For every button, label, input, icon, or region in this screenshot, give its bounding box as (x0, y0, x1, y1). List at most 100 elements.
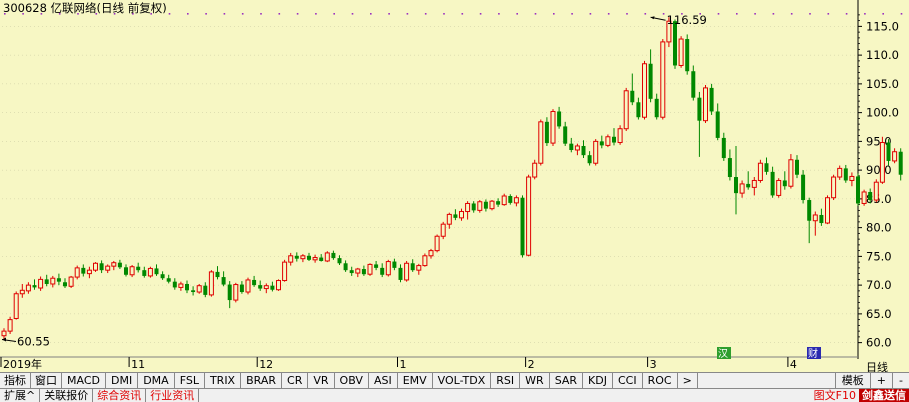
candle-body (593, 140, 599, 164)
candle (221, 271, 226, 287)
candle (691, 65, 696, 101)
candle (245, 277, 251, 295)
candle (538, 119, 544, 166)
tab-dma[interactable]: DMA (138, 373, 175, 388)
tab-indicator[interactable]: 指标 (0, 373, 31, 388)
candle-body (129, 266, 135, 276)
candle (185, 280, 189, 294)
candle (837, 165, 843, 180)
f10-button[interactable]: 图文F10 (811, 389, 859, 402)
zoom-out-button[interactable]: - (892, 373, 909, 388)
tab-kdj[interactable]: KDJ (583, 373, 613, 388)
candle (434, 234, 440, 253)
tab-trix[interactable]: TRIX (205, 373, 242, 388)
candle-body (636, 102, 641, 118)
candle-body (172, 281, 177, 288)
candle-body (770, 171, 775, 196)
tab-rsi[interactable]: RSI (491, 373, 521, 388)
tab-vr[interactable]: VR (308, 373, 335, 388)
tab-window[interactable]: 窗口 (31, 373, 62, 388)
tab-industry-news[interactable]: 行业资讯 (146, 389, 200, 402)
tab-cci[interactable]: CCI (613, 373, 643, 388)
candle (312, 254, 318, 263)
candle (563, 121, 568, 146)
tab-emv[interactable]: EMV (398, 373, 433, 388)
candle (612, 128, 616, 146)
tab-cr[interactable]: CR (282, 373, 309, 388)
template-button[interactable]: 模板 (834, 373, 870, 388)
candle (892, 148, 898, 164)
candle (636, 97, 641, 120)
event-marker (589, 13, 592, 15)
candle-body (685, 39, 690, 72)
candle (856, 173, 860, 206)
x-tick-label: 2019年 (3, 357, 42, 371)
candlestick-chart[interactable]: 115.0110.0105.0100.095.090.085.080.075.0… (0, 0, 909, 372)
candle-body (513, 197, 519, 204)
candle (489, 200, 495, 211)
candle-body (837, 167, 843, 178)
candle-body (508, 196, 513, 203)
tab-general-news[interactable]: 综合资讯 (93, 389, 147, 402)
candle (715, 103, 720, 141)
candle-body (331, 252, 336, 259)
min-price-label: 60.55 (17, 334, 50, 348)
candle-body (422, 255, 428, 267)
event-marker (553, 13, 555, 15)
tab-asi[interactable]: ASI (369, 373, 398, 388)
candle (459, 208, 464, 221)
candle-body (691, 71, 696, 98)
event-marker (388, 13, 390, 15)
candle-body (819, 214, 824, 224)
candle-body (453, 214, 458, 218)
candle (56, 273, 61, 286)
tab-macd[interactable]: MACD (62, 373, 106, 388)
tab-fsl[interactable]: FSL (175, 373, 205, 388)
tab-expand[interactable]: 扩展^ (0, 389, 41, 402)
candle (678, 36, 684, 68)
candle (496, 198, 501, 207)
candle (258, 280, 263, 291)
tab-roc[interactable]: ROC (643, 373, 678, 388)
candle (50, 275, 56, 288)
candle-body (788, 159, 794, 187)
tab-related-quotes[interactable]: 关联报价 (40, 389, 94, 402)
candle-body (428, 250, 434, 257)
candle-body (81, 267, 86, 274)
zoom-in-button[interactable]: + (869, 373, 892, 388)
candle (147, 266, 153, 278)
tab-vol-tdx[interactable]: VOL-TDX (433, 373, 492, 388)
candle-body (288, 255, 294, 263)
candle-body (721, 137, 726, 159)
candle (776, 178, 782, 198)
x-tick-label: 3 (650, 358, 657, 371)
event-marker (736, 13, 738, 15)
event-marker (644, 13, 647, 15)
y-tick-label: 115.0 (866, 19, 899, 33)
y-tick-label: 110.0 (866, 48, 899, 62)
tab-wr[interactable]: WR (520, 373, 550, 388)
tab-dmi[interactable]: DMI (106, 373, 139, 388)
event-marker (351, 13, 354, 15)
candle-body (312, 257, 318, 261)
tab-brar[interactable]: BRAR (241, 373, 283, 388)
tab-sar[interactable]: SAR (550, 373, 584, 388)
candle (770, 166, 775, 198)
x-tick-label: 12 (259, 358, 273, 371)
candle (398, 264, 403, 283)
candle (331, 250, 336, 260)
tab-obv[interactable]: OBV (335, 373, 369, 388)
candle (361, 265, 366, 276)
candle (154, 264, 159, 276)
tab-more[interactable]: > (678, 373, 698, 388)
candle (873, 179, 879, 203)
candle (526, 174, 532, 257)
candle-body (233, 284, 239, 301)
promo-badge[interactable]: 剑鑫送信 (859, 389, 909, 402)
candle-body (623, 90, 629, 130)
candle (623, 87, 629, 132)
candle-body (367, 263, 373, 275)
candle (757, 159, 763, 183)
candle-body (446, 213, 452, 225)
